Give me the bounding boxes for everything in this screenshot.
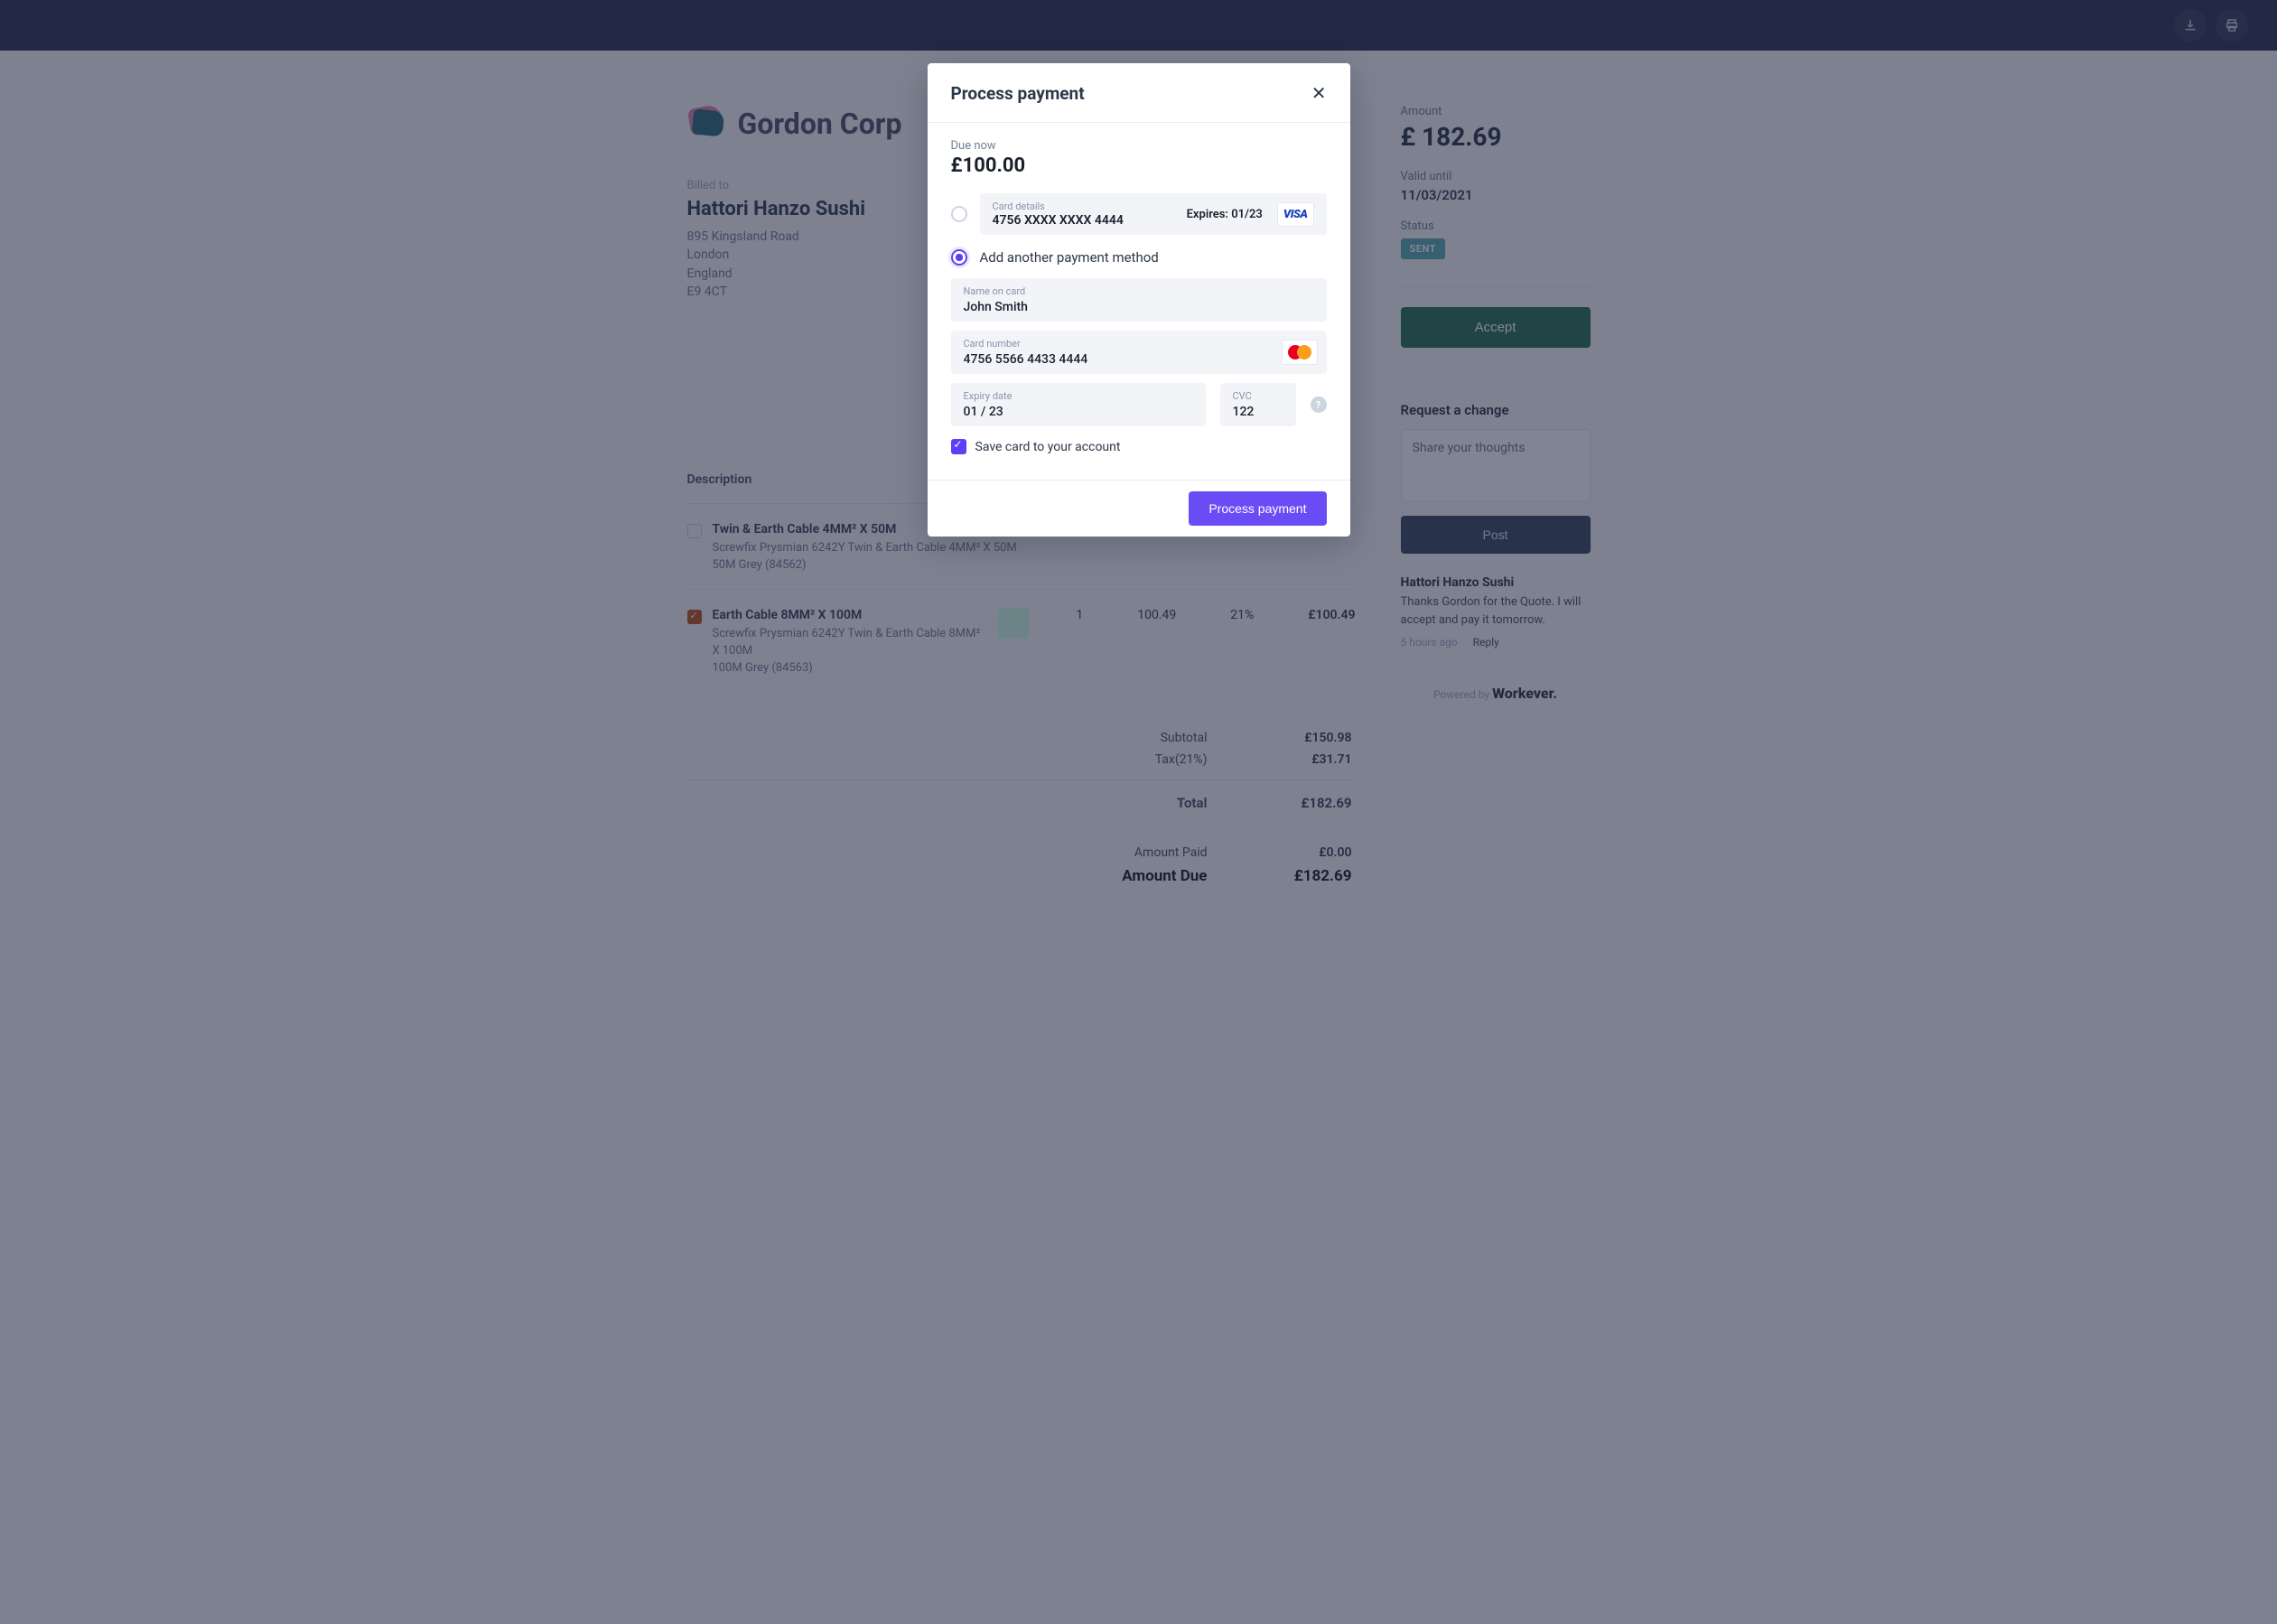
saved-card-expires: Expires: 01/23 — [1187, 208, 1263, 221]
close-icon: ✕ — [1311, 84, 1327, 104]
process-payment-modal: Process payment ✕ Due now £100.00 Card d… — [928, 63, 1350, 537]
saved-card-number: 4756 XXXX XXXX 4444 — [993, 213, 1172, 228]
name-on-card-label: Name on card — [964, 285, 1314, 297]
process-payment-button[interactable]: Process payment — [1189, 491, 1326, 526]
question-icon: ? — [1316, 399, 1320, 411]
due-now-label: Due now — [951, 139, 1327, 153]
due-now-value: £100.00 — [951, 154, 1327, 177]
card-number-input[interactable] — [964, 352, 1314, 367]
modal-title: Process payment — [951, 83, 1085, 104]
add-payment-radio[interactable] — [951, 249, 967, 266]
card-number-label: Card number — [964, 338, 1314, 350]
add-payment-label: Add another payment method — [980, 249, 1159, 266]
cvc-label: CVC — [1233, 390, 1283, 402]
expiry-label: Expiry date — [964, 390, 1193, 402]
save-card-label: Save card to your account — [975, 440, 1121, 454]
saved-card[interactable]: Card details 4756 XXXX XXXX 4444 Expires… — [980, 193, 1327, 235]
save-card-checkbox[interactable] — [951, 439, 966, 454]
card-details-label: Card details — [993, 201, 1172, 212]
card-number-field[interactable]: Card number — [951, 331, 1327, 374]
cvc-input[interactable] — [1233, 405, 1283, 419]
modal-close-button[interactable]: ✕ — [1311, 85, 1327, 103]
cvc-help-button[interactable]: ? — [1311, 397, 1327, 413]
mastercard-icon — [1282, 340, 1318, 365]
name-on-card-input[interactable] — [964, 300, 1314, 314]
saved-card-radio[interactable] — [951, 206, 967, 222]
cvc-field[interactable]: CVC — [1220, 383, 1296, 426]
name-on-card-field[interactable]: Name on card — [951, 278, 1327, 322]
expiry-field[interactable]: Expiry date — [951, 383, 1206, 426]
visa-icon: VISA — [1277, 202, 1314, 227]
expiry-input[interactable] — [964, 405, 1193, 419]
